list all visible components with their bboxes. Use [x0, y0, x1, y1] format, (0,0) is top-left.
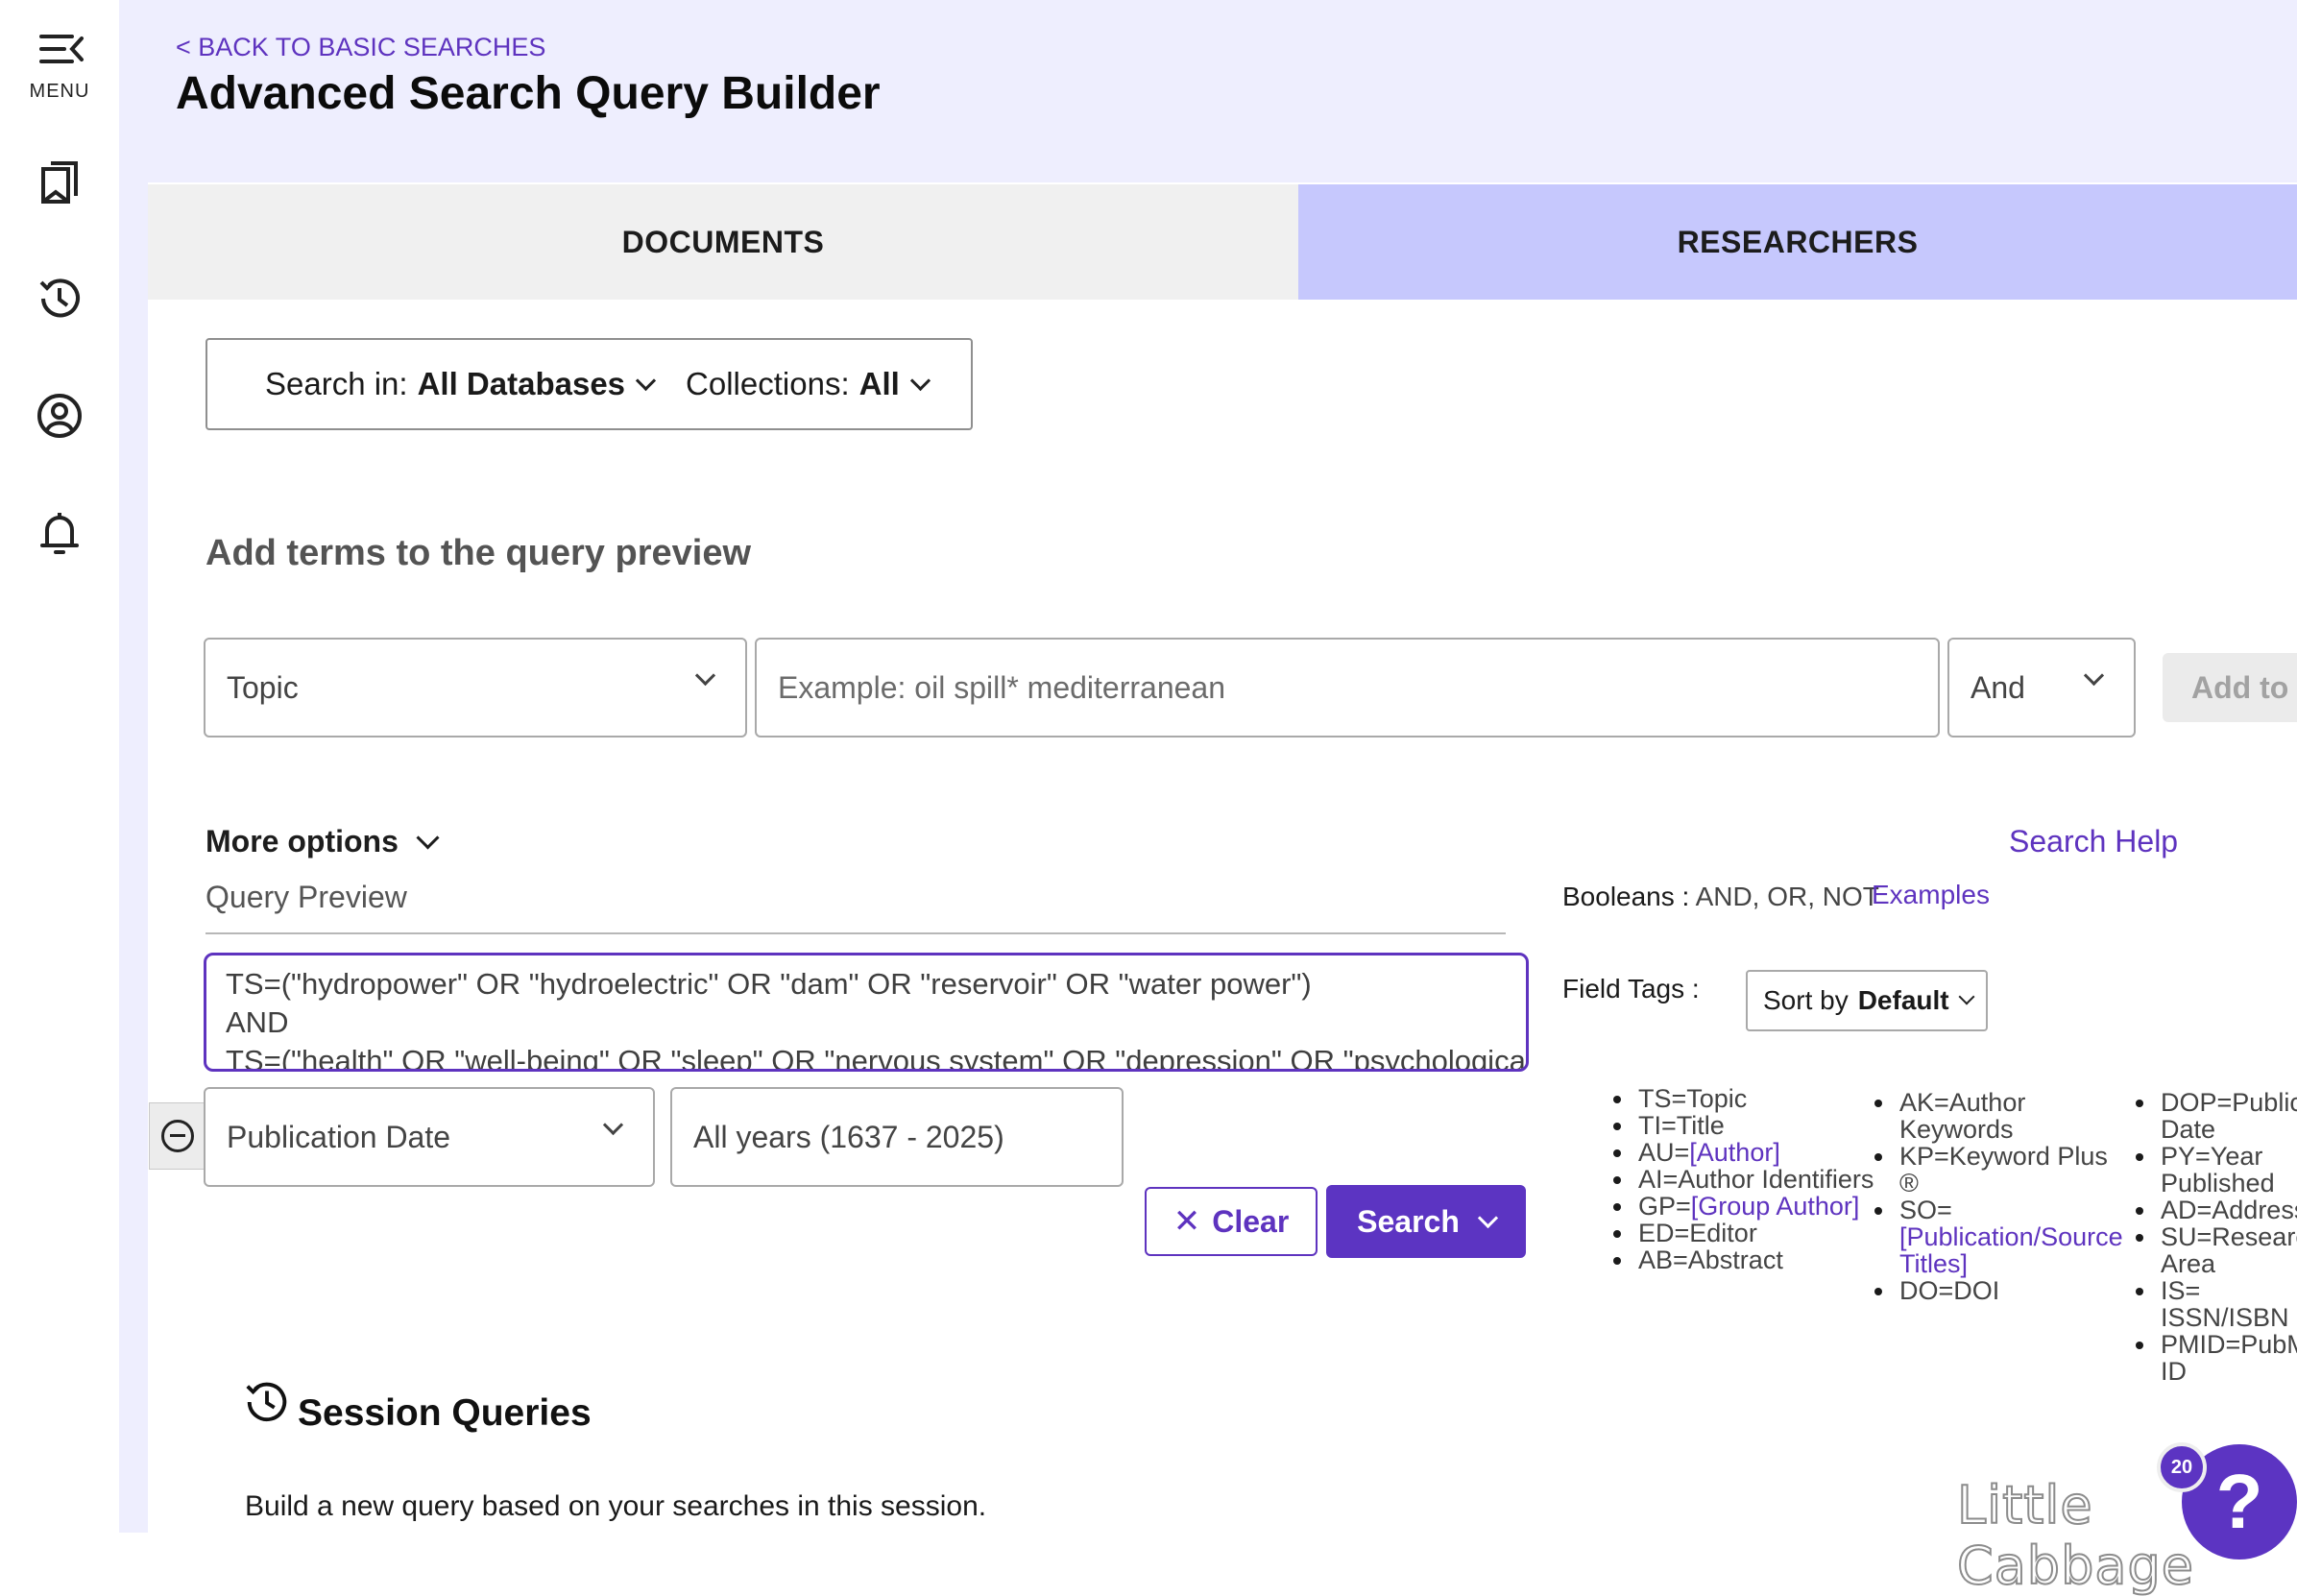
close-icon: ✕: [1173, 1203, 1201, 1240]
search-term-placeholder: Example: oil spill* mediterranean: [778, 669, 1225, 705]
group-author-link[interactable]: [Group Author]: [1691, 1192, 1860, 1221]
field-tag: AI=Author Identifiers: [1609, 1166, 1888, 1193]
remove-row-button[interactable]: [149, 1102, 206, 1170]
examples-link[interactable]: Examples: [1872, 880, 1990, 910]
field-tag: TS=Topic: [1609, 1085, 1888, 1112]
field-select-value: Topic: [227, 669, 299, 705]
field-tag: KP=Keyword Plus ®: [1871, 1143, 2130, 1197]
profile-button[interactable]: [21, 390, 98, 442]
chevron-down-icon: [635, 370, 657, 391]
field-tag: ED=Editor: [1609, 1220, 1888, 1246]
field-tag: TI=Title: [1609, 1112, 1888, 1139]
clear-label: Clear: [1212, 1203, 1290, 1239]
query-line: TS=("hydropower" OR "hydroelectric" OR "…: [226, 967, 1312, 1001]
profile-icon: [37, 394, 82, 438]
search-help-link[interactable]: Search Help: [2009, 824, 2178, 859]
field-tags-label: Field Tags :: [1562, 974, 1700, 1004]
minus-circle-icon: [161, 1120, 194, 1152]
query-preview-label: Query Preview: [206, 880, 407, 914]
chevron-down-icon: [2083, 665, 2105, 687]
field-select[interactable]: Topic: [204, 638, 747, 738]
collections-dropdown[interactable]: Collections: All: [686, 366, 931, 402]
chevron-down-icon: [909, 370, 931, 391]
field-tag: PY=Year Published: [2132, 1143, 2297, 1197]
date-field-value: Publication Date: [227, 1119, 451, 1154]
field-tag: PMID=PubMed ID: [2132, 1331, 2297, 1385]
session-queries-title: Session Queries: [298, 1392, 592, 1434]
field-tag: AB=Abstract: [1609, 1246, 1888, 1273]
boolean-operator-select[interactable]: And: [1947, 638, 2136, 738]
add-terms-heading: Add terms to the query preview: [206, 533, 752, 573]
chevron-down-icon: [1477, 1207, 1498, 1228]
search-in-label: Search in:: [265, 366, 408, 401]
content-gutter: [119, 182, 148, 1533]
menu-label: MENU: [29, 81, 90, 102]
more-options-toggle[interactable]: More options: [206, 824, 440, 859]
bell-icon: [40, 513, 79, 554]
search-term-input[interactable]: Example: oil spill* mediterranean: [755, 638, 1940, 738]
tab-researchers[interactable]: RESEARCHERS: [1298, 184, 2297, 300]
history-icon: [246, 1382, 287, 1422]
query-preview-textarea[interactable]: TS=("hydropower" OR "hydroelectric" OR "…: [204, 953, 1529, 1072]
menu-icon: [39, 35, 84, 63]
collections-label: Collections:: [686, 366, 850, 401]
sort-value: Default: [1857, 985, 1949, 1015]
watermark: Little Cabbage: [1956, 1474, 2194, 1596]
field-tag: DOP=Publication Date: [2132, 1089, 2297, 1143]
history-icon: [39, 278, 80, 318]
history-button[interactable]: [21, 273, 98, 325]
field-tag: AK=Author Keywords: [1871, 1089, 2130, 1143]
author-link[interactable]: [Author]: [1689, 1138, 1780, 1167]
clear-button[interactable]: ✕ Clear: [1145, 1187, 1318, 1256]
boolean-operator-value: And: [1971, 669, 2025, 705]
search-in-value: All Databases: [417, 366, 626, 401]
search-label: Search: [1357, 1203, 1460, 1239]
chevron-down-icon: [602, 1114, 624, 1136]
add-to-query-button[interactable]: Add to q: [2163, 653, 2297, 722]
search-type-tabs: DOCUMENTS RESEARCHERS: [148, 184, 2297, 300]
menu-button[interactable]: MENU: [21, 23, 98, 103]
field-tag-prefix: SO=: [1899, 1196, 1952, 1224]
bookmark-icon: [41, 161, 78, 204]
date-range-select[interactable]: All years (1637 - 2025): [670, 1087, 1124, 1187]
search-button[interactable]: Search: [1326, 1185, 1526, 1258]
sort-select[interactable]: Sort by Default: [1746, 970, 1988, 1031]
chevron-down-icon: [1958, 988, 1975, 1005]
field-tag-prefix: GP=: [1638, 1192, 1691, 1221]
field-tag: SO= [Publication/Source Titles]: [1871, 1197, 2130, 1277]
chevron-down-icon: [694, 665, 716, 687]
date-field-select[interactable]: Publication Date: [204, 1087, 655, 1187]
field-tag: GP=[Group Author]: [1609, 1193, 1888, 1220]
search-in-dropdown[interactable]: Search in: All Databases: [265, 366, 657, 402]
field-tag: DO=DOI: [1871, 1277, 2130, 1304]
field-tag: AD=Address: [2132, 1197, 2297, 1223]
booleans-info: Booleans : AND, OR, NOT: [1562, 882, 1879, 912]
chevron-down-icon: [416, 826, 440, 850]
sidebar: MENU: [0, 0, 119, 1533]
sort-label: Sort by: [1763, 985, 1849, 1015]
more-options-label: More options: [206, 824, 399, 858]
alerts-button[interactable]: [21, 507, 98, 559]
field-tags-list: DOP=Publication Date PY=Year Published A…: [2132, 1089, 2297, 1385]
query-line: TS=("health" OR "well-being" OR "sleep" …: [226, 1044, 1529, 1072]
query-line: AND: [226, 1005, 289, 1039]
publication-titles-link[interactable]: [Publication/Source Titles]: [1899, 1222, 2123, 1278]
field-tags-list: AK=Author Keywords KP=Keyword Plus ® SO=…: [1871, 1089, 2130, 1304]
marked-list-button[interactable]: [21, 156, 98, 207]
field-tag: AU=[Author]: [1609, 1139, 1888, 1166]
date-range-value: All years (1637 - 2025): [693, 1119, 1004, 1154]
booleans-value: AND, OR, NOT: [1695, 882, 1879, 911]
divider: [206, 932, 1506, 934]
tab-documents[interactable]: DOCUMENTS: [148, 184, 1298, 300]
field-tag: IS= ISSN/ISBN: [2132, 1277, 2297, 1331]
search-scope-selector: Search in: All Databases Collections: Al…: [206, 338, 973, 430]
back-to-basic-searches-link[interactable]: < BACK TO BASIC SEARCHES: [176, 33, 545, 62]
field-tag: SU=Research Area: [2132, 1223, 2297, 1277]
field-tag-prefix: AU=: [1638, 1138, 1690, 1167]
page-title: Advanced Search Query Builder: [176, 68, 881, 119]
session-queries-description: Build a new query based on your searches…: [245, 1490, 987, 1522]
field-tags-list: TS=Topic TI=Title AU=[Author] AI=Author …: [1609, 1085, 1888, 1273]
booleans-label: Booleans :: [1562, 882, 1690, 911]
collections-value: All: [858, 366, 900, 401]
